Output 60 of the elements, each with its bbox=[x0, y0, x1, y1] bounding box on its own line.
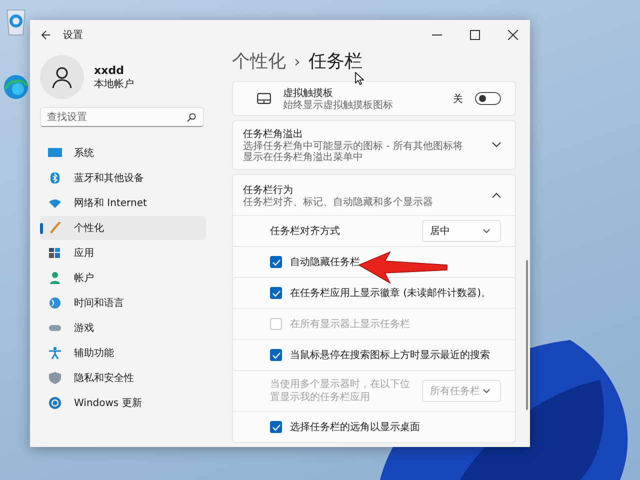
nav-item[interactable]: 蓝牙和其他设备 bbox=[40, 166, 206, 190]
recycle-bin-icon[interactable] bbox=[5, 8, 27, 36]
nav-item[interactable]: Windows 更新 bbox=[40, 391, 206, 415]
nav-item[interactable]: 辅助功能 bbox=[40, 341, 206, 365]
nav-item[interactable]: 游戏 bbox=[40, 316, 206, 340]
bluetooth-icon bbox=[48, 172, 62, 184]
checkbox-label: 选择任务栏的远角以显示桌面 bbox=[290, 420, 420, 434]
breadcrumb-separator: › bbox=[294, 52, 300, 70]
checkbox-label: 自动隐藏任务栏 bbox=[290, 256, 360, 268]
section-title: 任务栏行为 bbox=[243, 184, 294, 196]
checkbox[interactable] bbox=[270, 349, 282, 361]
nav-item[interactable]: 网络和 Internet bbox=[40, 191, 206, 215]
nav-item[interactable]: 系统 bbox=[40, 141, 206, 165]
search-field[interactable]: 查找设置 bbox=[40, 107, 204, 127]
nav-item[interactable]: 应用 bbox=[40, 241, 206, 265]
page-title: 任务栏 bbox=[308, 50, 362, 73]
maximize-icon bbox=[470, 30, 480, 40]
setting-description: 始终显示虚拟触摸板图标 bbox=[283, 100, 394, 111]
caret-icon bbox=[483, 229, 490, 233]
scrollbar[interactable] bbox=[526, 260, 528, 410]
checkbox[interactable] bbox=[270, 287, 282, 299]
toggle-state-label: 关 bbox=[453, 92, 463, 106]
checkbox[interactable] bbox=[270, 256, 282, 268]
search-icon bbox=[187, 113, 196, 122]
checkbox-label: 在任务栏应用上显示徽章 (未读邮件计数器)。 bbox=[290, 286, 491, 300]
back-icon[interactable] bbox=[41, 30, 51, 40]
breadcrumb-parent[interactable]: 个性化 bbox=[232, 49, 286, 73]
account-type: 本地帐户 bbox=[94, 78, 134, 90]
setting-label: 当使用多个显示器时，在以下位置显示我的任务栏应用 bbox=[270, 378, 411, 404]
toggle-switch[interactable] bbox=[475, 92, 501, 105]
checkbox-label: 在所有显示器上显示任务栏 bbox=[290, 318, 410, 330]
nav-item[interactable]: 时间和语言 bbox=[40, 291, 206, 315]
avatar-icon bbox=[40, 55, 84, 99]
setting-label: 任务栏对齐方式 bbox=[270, 224, 341, 238]
accessibility-icon bbox=[48, 347, 62, 359]
close-icon bbox=[508, 30, 518, 40]
section-description: 任务栏对齐、标记、自动隐藏和多个显示器 bbox=[243, 196, 434, 208]
wifi-icon bbox=[48, 197, 62, 209]
section-header[interactable]: 任务栏行为 任务栏对齐、标记、自动隐藏和多个显示器 bbox=[233, 175, 515, 215]
setting-title: 虚拟触摸板 bbox=[283, 86, 334, 100]
brush-icon bbox=[48, 222, 62, 234]
account-name: xxdd bbox=[94, 64, 125, 76]
nav-item[interactable]: 个性化 bbox=[40, 216, 206, 240]
update-icon bbox=[48, 397, 62, 409]
shield-icon bbox=[48, 372, 62, 384]
nav-item[interactable]: 帐户 bbox=[40, 266, 206, 290]
touchpad-icon bbox=[257, 93, 271, 104]
section-header[interactable]: 任务栏角溢出 选择任务栏角中可能显示的图标 - 所有其他图标将显示在任务栏角溢出菜单中 bbox=[233, 121, 515, 169]
checkbox[interactable] bbox=[270, 421, 282, 433]
section-title: 任务栏角溢出 bbox=[243, 128, 304, 140]
section-description: 选择任务栏角中可能显示的图标 - 所有其他图标将显示在任务栏角溢出菜单中 bbox=[243, 141, 464, 163]
apps-icon bbox=[48, 247, 62, 259]
nav-item[interactable]: 隐私和安全性 bbox=[40, 366, 206, 390]
person-icon bbox=[48, 272, 62, 284]
globe-icon bbox=[48, 297, 62, 309]
window-title: 设置 bbox=[63, 28, 83, 42]
checkbox-label: 当鼠标悬停在搜索图标上方时显示最近的搜索 bbox=[290, 348, 490, 362]
dropdown[interactable]: 居中 bbox=[422, 220, 501, 242]
caret-icon bbox=[483, 389, 490, 393]
display-icon bbox=[48, 147, 62, 159]
